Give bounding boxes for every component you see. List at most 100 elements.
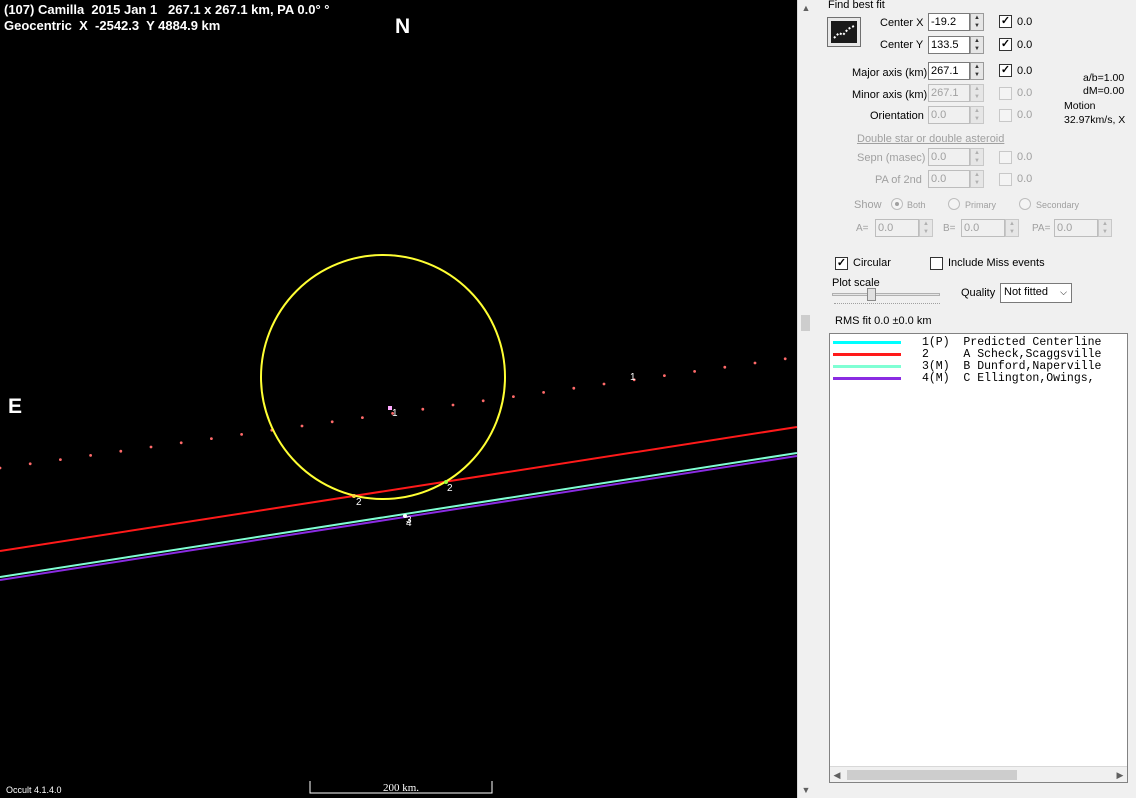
path-dot <box>602 382 606 386</box>
minor-axis-input[interactable]: 267.1 <box>928 84 970 102</box>
motion-label: Motion <box>1064 100 1096 112</box>
center-y-checkbox[interactable]: ✓ <box>999 38 1012 51</box>
separation-checkbox[interactable] <box>999 151 1012 164</box>
separation-label: Sepn (masec) <box>857 152 926 164</box>
path-dot <box>361 416 364 419</box>
path-dot <box>240 433 244 436</box>
orientation-input[interactable]: 0.0 <box>928 106 970 124</box>
major-axis-error: 0.0 <box>1017 65 1033 77</box>
path-dot <box>119 449 123 453</box>
show-label: Show <box>854 199 882 211</box>
path-dot <box>693 370 696 373</box>
pa-input[interactable]: 0.0 <box>1054 219 1098 237</box>
center-y-input[interactable]: 133.5 <box>928 36 970 54</box>
pa-second-checkbox[interactable] <box>999 173 1012 186</box>
chord-label-1b: 1 <box>630 372 636 383</box>
a-label: A= <box>856 223 869 234</box>
legend-row-4[interactable]: 4(M) C Ellington,Owings, <box>830 372 1127 385</box>
chevron-down-icon: ⌵ <box>1060 287 1067 297</box>
path-dot <box>59 458 62 461</box>
b-input[interactable]: 0.0 <box>961 219 1005 237</box>
major-axis-label: Major axis (km) <box>852 67 928 79</box>
plot-scale-ticks <box>834 303 940 306</box>
major-axis-spinner[interactable]: ▲ ▼ <box>970 62 984 80</box>
observer-legend-list[interactable]: 1(P) Predicted Centerline 2 A Scheck,Sca… <box>829 333 1128 783</box>
center-x-input[interactable]: -19.2 <box>928 13 970 31</box>
path-dot <box>451 403 455 407</box>
legend-scroll-thumb[interactable] <box>847 770 1017 780</box>
plot-canvas[interactable]: (107) Camilla 2015 Jan 1 267.1 x 267.1 k… <box>0 0 797 798</box>
pa-second-label: PA of 2nd <box>875 174 922 186</box>
scroll-up-icon[interactable]: ▲ <box>798 0 814 16</box>
center-y-label: Center Y <box>880 39 924 51</box>
east-label: E <box>8 395 23 418</box>
a-input[interactable]: 0.0 <box>875 219 919 237</box>
a-spinner[interactable]: ▲ ▼ <box>919 219 933 237</box>
include-miss-checkbox[interactable] <box>930 257 943 270</box>
minor-axis-label: Minor axis (km) <box>852 89 928 101</box>
chart-fit-icon <box>831 21 857 43</box>
circular-label: Circular <box>853 257 891 269</box>
center-y-spinner[interactable]: ▲ ▼ <box>970 36 984 54</box>
legend-horizontal-scrollbar[interactable]: ◀ ▶ <box>830 766 1127 782</box>
chord-label-2: 2 <box>356 497 362 508</box>
legend-text-4: 4(M) C Ellington,Owings, <box>922 372 1095 385</box>
separation-input[interactable]: 0.0 <box>928 148 970 166</box>
find-best-fit-button[interactable] <box>827 17 861 47</box>
path-dot <box>179 441 183 445</box>
chord-label-2b: 2 <box>447 483 453 494</box>
b-spinner[interactable]: ▲ ▼ <box>1005 219 1019 237</box>
chord-line-3 <box>0 452 797 578</box>
center-y-error: 0.0 <box>1017 39 1033 51</box>
orientation-spinner[interactable]: ▲ ▼ <box>970 106 984 124</box>
plot-scale-thumb[interactable] <box>867 288 876 301</box>
path-dot <box>149 445 153 449</box>
legend-swatch-2 <box>833 353 901 356</box>
path-dot <box>28 462 32 466</box>
legend-swatch-3 <box>833 365 901 368</box>
show-both-radio[interactable] <box>891 198 903 210</box>
separation-spinner[interactable]: ▲ ▼ <box>970 148 984 166</box>
include-miss-label: Include Miss events <box>948 257 1045 269</box>
minor-axis-checkbox[interactable] <box>999 87 1012 100</box>
show-both-label: Both <box>907 200 926 210</box>
double-star-link[interactable]: Double star or double asteroid <box>857 133 1004 145</box>
plot-scale-track[interactable] <box>832 293 940 296</box>
orientation-error: 0.0 <box>1017 109 1033 121</box>
pa-spinner[interactable]: ▲ ▼ <box>1098 219 1112 237</box>
scroll-down-icon[interactable]: ▼ <box>798 782 814 798</box>
asteroid-profile-ellipse <box>260 254 506 500</box>
delta-mag: dM=0.00 <box>1083 85 1125 97</box>
path-dot <box>723 365 727 369</box>
minor-axis-spinner[interactable]: ▲ ▼ <box>970 84 984 102</box>
scroll-left-icon[interactable]: ◀ <box>830 767 844 783</box>
show-secondary-radio[interactable] <box>1019 198 1031 210</box>
major-axis-input[interactable]: 267.1 <box>928 62 970 80</box>
quality-select[interactable]: Not fitted ⌵ <box>1000 283 1072 303</box>
legend-swatch-1 <box>833 341 901 344</box>
path-dot <box>330 420 334 424</box>
center-x-checkbox[interactable]: ✓ <box>999 15 1012 28</box>
path-dot <box>210 437 213 440</box>
scale-label: 200 km. <box>382 782 420 794</box>
legend-swatch-4 <box>833 377 901 380</box>
version-label: Occult 4.1.4.0 <box>6 785 62 795</box>
path-dot <box>0 466 2 470</box>
plot-vertical-scrollbar[interactable]: ▲ ▼ <box>797 0 814 798</box>
path-dot <box>572 386 576 390</box>
plot-graphics <box>0 254 797 794</box>
scroll-thumb[interactable] <box>801 315 810 331</box>
pa-label: PA= <box>1032 223 1051 234</box>
rms-fit-label: RMS fit 0.0 ±0.0 km <box>835 315 932 327</box>
circular-checkbox[interactable]: ✓ <box>835 257 848 270</box>
center-x-label: Center X <box>880 17 924 29</box>
pa-second-spinner[interactable]: ▲ ▼ <box>970 170 984 188</box>
show-primary-radio[interactable] <box>948 198 960 210</box>
chord-label-4: 4 <box>406 518 412 529</box>
orientation-checkbox[interactable] <box>999 109 1012 122</box>
quality-label: Quality <box>961 287 996 299</box>
scroll-right-icon[interactable]: ▶ <box>1113 767 1127 783</box>
pa-second-input[interactable]: 0.0 <box>928 170 970 188</box>
center-x-spinner[interactable]: ▲ ▼ <box>970 13 984 31</box>
major-axis-checkbox[interactable]: ✓ <box>999 64 1012 77</box>
